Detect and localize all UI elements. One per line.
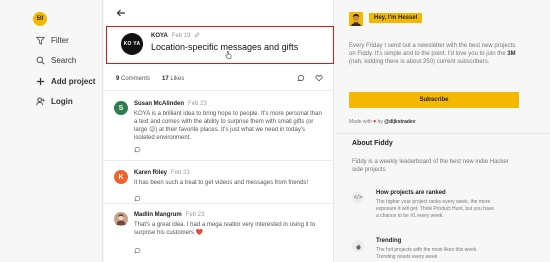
heart-icon[interactable] xyxy=(315,74,323,84)
sidebar-item-label: Login xyxy=(51,96,73,106)
made-with-credit: Made with ♥ by @dijkstradev xyxy=(349,119,416,125)
post-logo: KO YA xyxy=(121,33,143,55)
feature-title: Trending xyxy=(376,238,402,244)
hand-cursor-icon xyxy=(225,51,232,61)
subscribe-button[interactable]: Subscribe xyxy=(349,92,519,108)
reply-icon[interactable] xyxy=(134,146,141,155)
search-icon xyxy=(35,55,45,65)
sidebar-item-filter[interactable]: Filter xyxy=(35,35,69,45)
promo-text: Every Friday I send out a newsletter wit… xyxy=(349,43,516,65)
sidebar-item-label: Add project xyxy=(51,76,96,86)
hey-badge: Hey, I'm Hessel xyxy=(369,13,423,23)
comment-date: Feb 23 xyxy=(188,101,207,107)
comment-author: Susan McAlinden xyxy=(134,101,185,107)
comment-text: KOYA is a brilliant idea to bring hope t… xyxy=(134,111,322,141)
sidebar-item-search[interactable]: Search xyxy=(35,55,76,65)
link-icon[interactable] xyxy=(194,32,200,40)
trending-icon xyxy=(352,240,364,252)
divider xyxy=(335,133,550,134)
filter-icon xyxy=(35,35,45,45)
sidebar-item-add-project[interactable]: Add project xyxy=(35,76,95,86)
fiddy-logo[interactable]: 50 xyxy=(33,12,47,26)
comment-author: Karen Riley xyxy=(134,170,168,176)
feature-title: How projects are ranked xyxy=(376,190,446,196)
post-date: Feb 19 xyxy=(171,33,191,39)
reply-icon[interactable] xyxy=(134,247,141,256)
comments-count: 9 Comments xyxy=(116,76,151,82)
about-text: Fiddy is a weekly leaderboard of the bes… xyxy=(352,159,509,173)
avatar: S xyxy=(114,101,128,115)
comment-item: K Karen Riley Feb 23 It has been such a … xyxy=(114,170,326,204)
comment-item: S Susan McAlinden Feb 23 KOYA is a brill… xyxy=(114,101,326,156)
feature-text: The higher your project ranks every week… xyxy=(376,199,495,219)
likes-count: 17 Likes xyxy=(162,76,185,82)
post-actions xyxy=(297,74,323,84)
user-plus-icon xyxy=(35,96,45,106)
comment-author: Madlin Mangrum xyxy=(134,212,182,218)
sidebar-item-login[interactable]: Login xyxy=(35,96,73,106)
avatar xyxy=(114,212,128,226)
divider xyxy=(104,160,334,161)
post-header: KOYA Feb 19 xyxy=(151,32,200,40)
divider xyxy=(104,90,334,91)
post-card[interactable]: KO YA KOYA Feb 19 Location-specific mess… xyxy=(106,26,334,64)
right-panel: Hey, I'm Hessel Every Friday I send out … xyxy=(335,0,550,262)
sidebar-item-label: Search xyxy=(51,55,77,65)
feature-text: The hot projects with the most likes thi… xyxy=(376,247,478,260)
post-stats: 9 Comments 17 Likes xyxy=(116,76,184,82)
author-handle-link[interactable]: @dijkstradev xyxy=(384,119,415,125)
sidebar-item-label: Filter xyxy=(51,35,69,45)
sidebar: 50 Filter Search Add project Login xyxy=(0,0,103,262)
post-author[interactable]: KOYA xyxy=(151,33,168,39)
heart-icon: ♥ xyxy=(373,119,377,125)
comment-icon[interactable] xyxy=(297,74,305,84)
avatar: K xyxy=(114,170,128,184)
plus-icon xyxy=(35,76,45,86)
avatar xyxy=(349,12,363,26)
about-title: About Fiddy xyxy=(352,140,393,147)
comment-item: Madlin Mangrum Feb 23 That's a great ide… xyxy=(114,212,326,262)
post-detail: KO YA KOYA Feb 19 Location-specific mess… xyxy=(104,0,334,262)
comment-date: Feb 23 xyxy=(171,170,190,176)
comment-text: It has been such a treat to get videos a… xyxy=(134,180,309,186)
code-icon: </> xyxy=(352,192,364,204)
back-arrow-icon[interactable] xyxy=(116,8,126,21)
comment-date: Feb 23 xyxy=(185,212,205,218)
comment-text: That's a great idea. I had a mega realto… xyxy=(134,222,316,236)
divider xyxy=(104,203,334,204)
